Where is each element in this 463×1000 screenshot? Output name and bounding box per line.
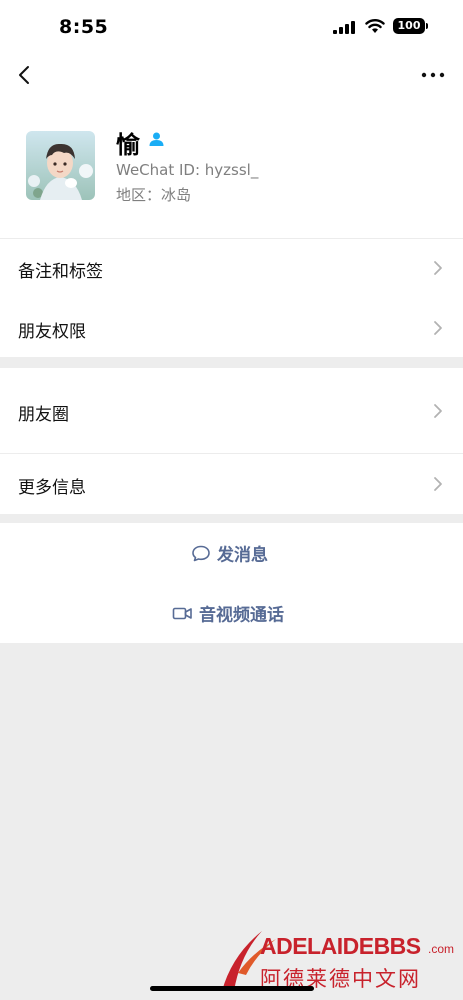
status-time: 8:55 (59, 16, 109, 38)
watermark-logo: ADELAIDEBBS .com 阿德莱德中文网 (218, 925, 458, 995)
chevron-right-icon (434, 404, 442, 418)
battery-tip (426, 23, 428, 29)
menu-item-more-info[interactable]: 更多信息 (0, 454, 463, 514)
menu-item-label: 备注和标签 (18, 262, 103, 282)
menu-item-moments[interactable]: 朋友圈 (0, 368, 463, 453)
watermark-domain: .com (428, 942, 455, 956)
home-indicator[interactable] (150, 986, 314, 991)
video-call-label: 音视频通话 (199, 605, 284, 626)
menu-item-label: 朋友权限 (18, 322, 86, 342)
section-separator (0, 357, 463, 368)
send-message-content: 发消息 (191, 541, 268, 566)
menu-item-label: 更多信息 (18, 478, 86, 498)
chevron-right-icon (434, 477, 442, 491)
video-camera-icon (172, 607, 192, 619)
avatar[interactable] (26, 131, 95, 200)
person-icon (149, 132, 164, 146)
menu-item-label: 朋友圈 (18, 405, 69, 425)
contact-name: 愉 (116, 131, 140, 159)
region: 地区：冰岛 (116, 186, 192, 204)
chevron-right-icon (434, 261, 442, 275)
menu-item-friend-permissions[interactable]: 朋友权限 (0, 298, 463, 357)
menu-item-remarks-tags[interactable]: 备注和标签 (0, 239, 463, 298)
chat-bubble-icon (192, 545, 210, 561)
chevron-left-icon[interactable] (12, 62, 38, 88)
status-bar: 8:55 100 (0, 0, 463, 54)
send-message-label: 发消息 (217, 545, 268, 566)
ellipsis-icon[interactable] (418, 62, 448, 88)
video-call-button[interactable]: 音视频通话 (0, 583, 463, 643)
battery-indicator: 100 (393, 18, 425, 34)
section-separator (0, 514, 463, 523)
cellular-signal-icon (333, 21, 355, 34)
wechat-id: WeChat ID: hyzssl_ (116, 161, 259, 179)
video-call-content: 音视频通话 (172, 601, 284, 626)
chevron-right-icon (434, 321, 442, 335)
watermark-brand: ADELAIDEBBS (260, 933, 421, 959)
send-message-button[interactable]: 发消息 (0, 523, 463, 583)
wifi-icon (365, 19, 385, 33)
